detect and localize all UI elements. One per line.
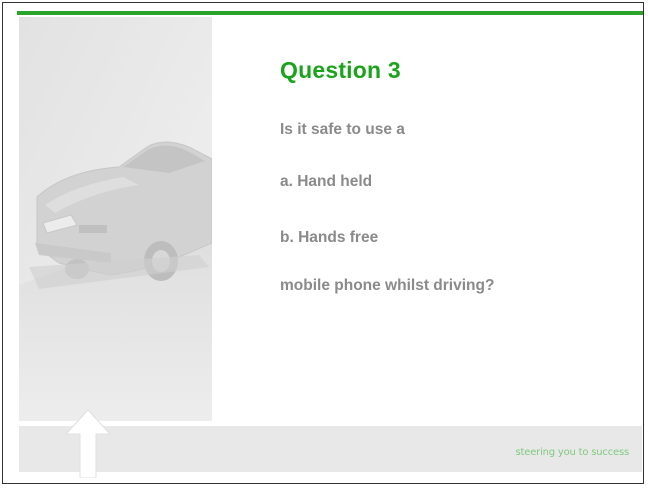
car-photo-icon: [19, 17, 212, 421]
option-a: a. Hand held: [280, 173, 373, 190]
question-content: Question 3 Is it safe to use a a. Hand h…: [280, 57, 630, 295]
up-arrow-icon: [64, 409, 112, 478]
question-line-1: Is it safe to use a: [280, 121, 405, 138]
option-b: b. Hands free: [280, 229, 379, 246]
slide: steering you to success Question 3 Is it…: [2, 2, 644, 484]
question-title: Question 3: [280, 57, 401, 83]
tagline: steering you to success: [515, 447, 630, 458]
top-accent-rule: [17, 11, 643, 15]
question-line-end: mobile phone whilst driving?: [280, 277, 495, 294]
